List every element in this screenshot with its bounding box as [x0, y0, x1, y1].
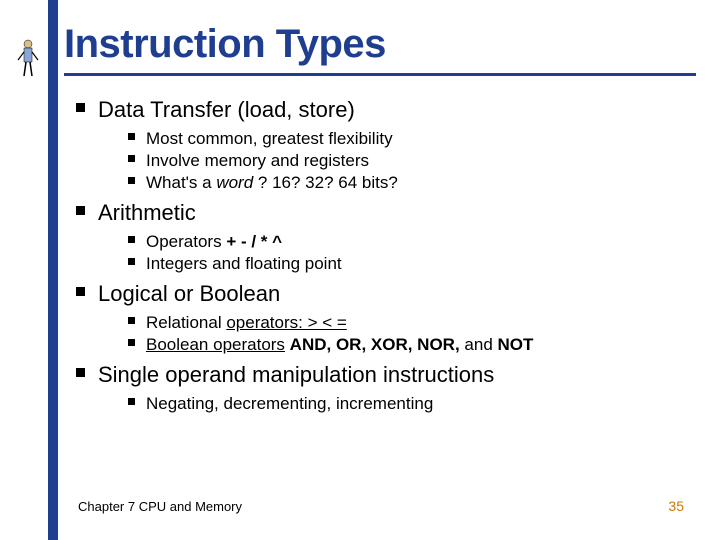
sub-list-item-label: Involve memory and registers [146, 151, 369, 170]
sub-list: Most common, greatest flexibility Involve… [98, 128, 696, 194]
list-item: Arithmetic Operators + - / * ^ Integers an… [76, 199, 696, 274]
square-bullet-icon [76, 368, 85, 377]
footer-chapter: Chapter 7 CPU and Memory [78, 499, 242, 514]
sub-list-item-label: Integers and floating point [146, 254, 342, 273]
sub-list-item-label: What's a word ? 16? 32? 64 bits? [146, 173, 398, 192]
slide-title: Instruction Types [64, 22, 696, 67]
square-bullet-icon [128, 177, 135, 184]
square-bullet-icon [128, 236, 135, 243]
sub-list: Negating, decrementing, incrementing [98, 393, 696, 414]
list-item-label: Arithmetic [98, 200, 196, 225]
decorative-figure-icon [16, 38, 40, 78]
list-item: Data Transfer (load, store) Most common, … [76, 96, 696, 193]
square-bullet-icon [76, 287, 85, 296]
list-item-label: Data Transfer (load, store) [98, 97, 355, 122]
sub-list-item: Operators + - / * ^ [128, 231, 696, 252]
footer-page-number: 35 [668, 498, 684, 514]
square-bullet-icon [128, 398, 135, 405]
sub-list-item: Most common, greatest flexibility [128, 128, 696, 149]
sub-list-item-label: Boolean operators AND, OR, XOR, NOR, and… [146, 335, 533, 354]
sub-list-item-label: Relational operators: > < = [146, 313, 347, 332]
square-bullet-icon [128, 133, 135, 140]
square-bullet-icon [128, 155, 135, 162]
sub-list-item: Relational operators: > < = [128, 312, 696, 333]
sub-list-item: Integers and floating point [128, 253, 696, 274]
sub-list-item: Negating, decrementing, incrementing [128, 393, 696, 414]
sub-list: Operators + - / * ^ Integers and floating… [98, 231, 696, 275]
list-item: Single operand manipulation instructions… [76, 361, 696, 414]
sub-list-item: Boolean operators AND, OR, XOR, NOR, and… [128, 334, 696, 355]
list-item: Logical or Boolean Relational operators: … [76, 280, 696, 355]
sub-list-item: Involve memory and registers [128, 150, 696, 171]
square-bullet-icon [128, 339, 135, 346]
square-bullet-icon [76, 206, 85, 215]
sub-list: Relational operators: > < = Boolean opera… [98, 312, 696, 356]
square-bullet-icon [76, 103, 85, 112]
sidebar-band [48, 0, 58, 540]
square-bullet-icon [128, 258, 135, 265]
list-item-label: Single operand manipulation instructions [98, 362, 494, 387]
sub-list-item-label: Negating, decrementing, incrementing [146, 394, 433, 413]
bullet-list: Data Transfer (load, store) Most common, … [64, 96, 696, 414]
title-rule [64, 73, 696, 76]
sub-list-item-label: Operators + - / * ^ [146, 232, 282, 251]
sub-list-item: What's a word ? 16? 32? 64 bits? [128, 172, 696, 193]
sub-list-item-label: Most common, greatest flexibility [146, 129, 393, 148]
list-item-label: Logical or Boolean [98, 281, 280, 306]
slide-content: Instruction Types Data Transfer (load, s… [64, 22, 696, 420]
square-bullet-icon [128, 317, 135, 324]
